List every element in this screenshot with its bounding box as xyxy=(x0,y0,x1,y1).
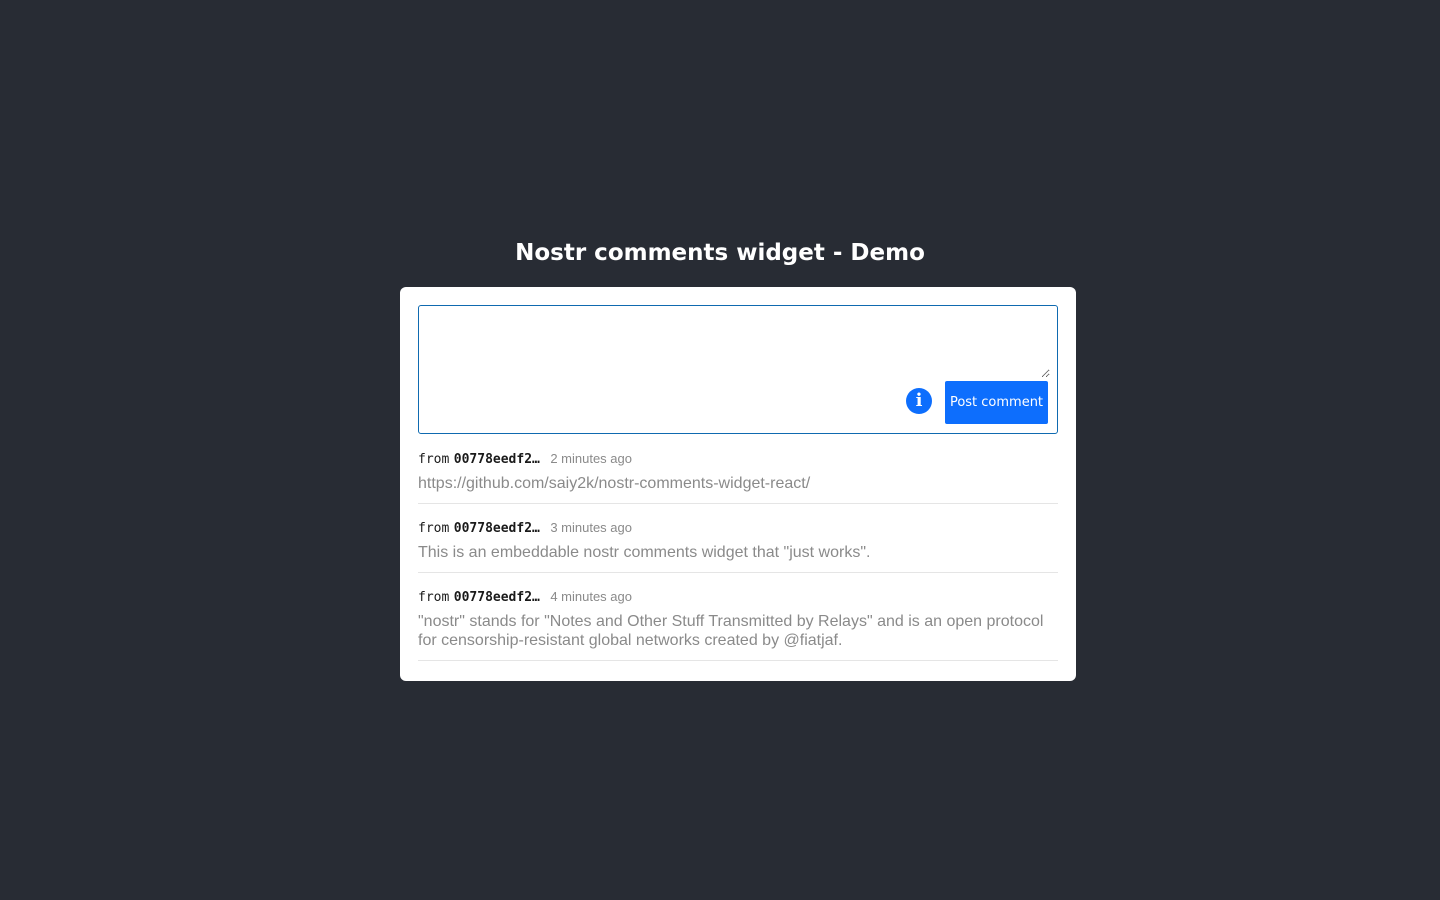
comment-text: This is an embeddable nostr comments wid… xyxy=(418,544,871,561)
comment-time: 2 minutes ago xyxy=(550,451,632,466)
from-label: from xyxy=(418,521,450,536)
comment-input[interactable] xyxy=(419,306,1050,378)
comment-item: from 00778eedf2… 2 minutes ago https://g… xyxy=(418,444,1058,504)
info-icon[interactable]: i xyxy=(906,388,932,414)
comment-time: 4 minutes ago xyxy=(550,589,632,604)
comment-author: 00778eedf2… xyxy=(453,590,540,605)
comment-item: from 00778eedf2… 4 minutes ago "nostr" s… xyxy=(418,573,1058,661)
comment-item: from 00778eedf2… 3 minutes ago This is a… xyxy=(418,504,1058,573)
comments-widget: i Post comment from 00778eedf2… 2 minute… xyxy=(400,287,1076,681)
comment-author: 00778eedf2… xyxy=(453,521,540,536)
comment-author: 00778eedf2… xyxy=(453,452,540,467)
comment-meta: from 00778eedf2… 2 minutes ago xyxy=(418,448,1058,470)
page: Nostr comments widget - Demo i Post comm… xyxy=(0,0,1440,900)
from-label: from xyxy=(418,452,450,467)
comment-meta: from 00778eedf2… 4 minutes ago xyxy=(418,586,1058,608)
post-comment-button[interactable]: Post comment xyxy=(945,381,1048,424)
from-label: from xyxy=(418,590,450,605)
comment-meta: from 00778eedf2… 3 minutes ago xyxy=(418,517,1058,539)
comment-text: https://github.com/saiy2k/nostr-comments… xyxy=(418,475,811,492)
comment-text: "nostr" stands for "Notes and Other Stuf… xyxy=(418,613,1044,649)
comment-list: from 00778eedf2… 2 minutes ago https://g… xyxy=(418,444,1058,661)
comment-composer: i Post comment xyxy=(418,305,1058,434)
comment-time: 3 minutes ago xyxy=(550,520,632,535)
page-title: Nostr comments widget - Demo xyxy=(515,240,925,266)
